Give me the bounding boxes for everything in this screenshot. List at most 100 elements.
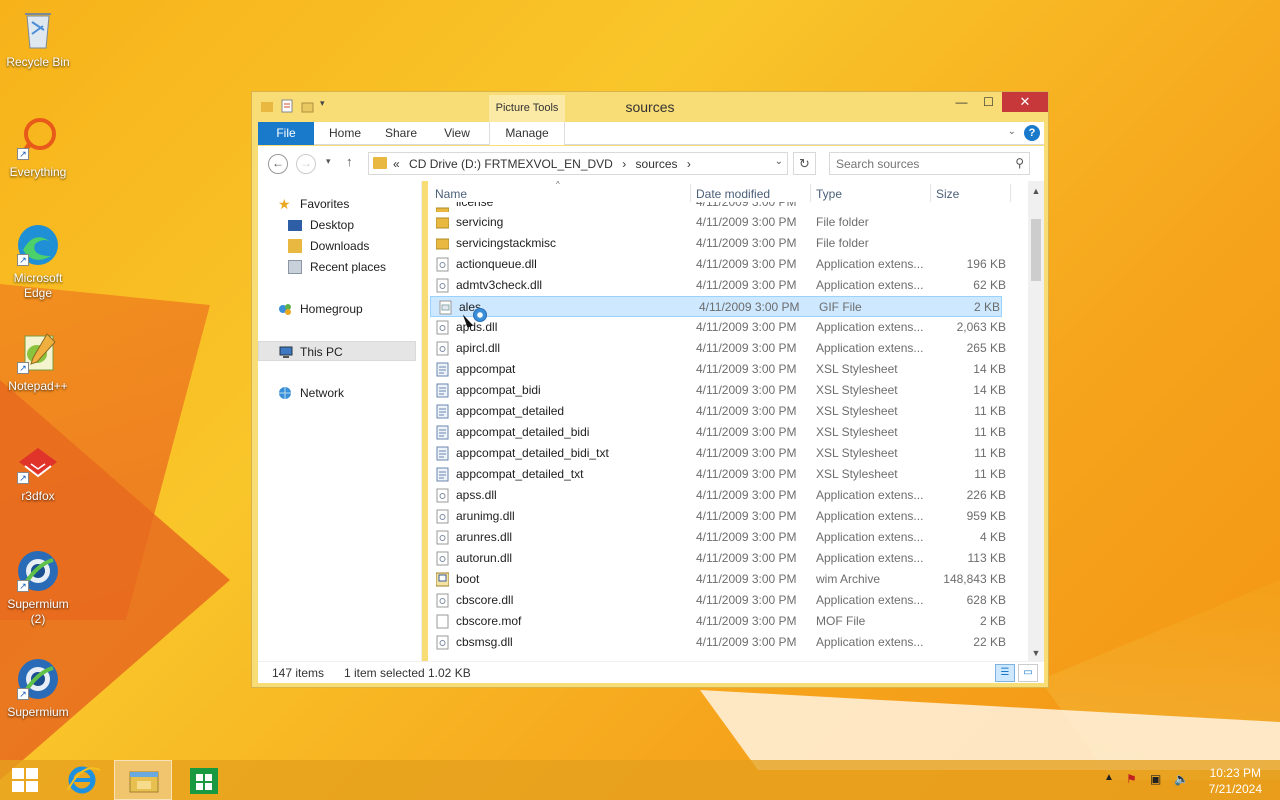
action-center-flag-icon[interactable]: ⚑ xyxy=(1126,772,1137,786)
expand-ribbon-icon[interactable]: ⌄ xyxy=(1008,126,1016,137)
taskbar-internet-explorer[interactable] xyxy=(60,760,106,800)
column-separator[interactable] xyxy=(690,184,691,202)
file-type: Application extens... xyxy=(816,320,924,334)
table-row[interactable]: license4/11/2009 3:00 PMFile folder xyxy=(428,202,1028,212)
table-row[interactable]: apircl.dll 4/11/2009 3:00 PM Application e… xyxy=(428,338,1028,359)
recent-locations-icon[interactable]: ▾ xyxy=(326,156,331,167)
breadcrumb-sources[interactable]: sources xyxy=(636,157,678,171)
address-bar[interactable]: « CD Drive (D:) FRTMEXVOL_EN_DVD › sourc… xyxy=(368,152,788,175)
table-row[interactable]: appcompat 4/11/2009 3:00 PM XSL Stylesheet… xyxy=(428,359,1028,380)
column-type[interactable]: Type xyxy=(816,187,842,201)
nav-item-network[interactable]: Network xyxy=(258,383,416,403)
search-input[interactable] xyxy=(830,153,1000,174)
table-row[interactable]: servicingstackmisc 4/11/2009 3:00 PM File … xyxy=(428,233,1028,254)
file-name: boot xyxy=(456,572,480,586)
forward-button[interactable]: → xyxy=(296,154,316,174)
table-row[interactable]: appcompat_detailed_bidi_txt 4/11/2009 3:0… xyxy=(428,443,1028,464)
tab-share[interactable]: Share xyxy=(376,122,426,145)
nav-item-this-pc[interactable]: This PC xyxy=(258,341,416,361)
table-row[interactable]: autorun.dll 4/11/2009 3:00 PM Application … xyxy=(428,548,1028,569)
file-date-modified: 4/11/2009 3:00 PM xyxy=(696,362,797,376)
tab-view[interactable]: View xyxy=(432,122,482,145)
show-hidden-icons-icon[interactable]: ▲ xyxy=(1104,772,1114,783)
table-row[interactable]: appcompat_detailed 4/11/2009 3:00 PM XSL S… xyxy=(428,401,1028,422)
vertical-scrollbar[interactable]: ▲ ▼ xyxy=(1028,181,1044,661)
tab-file[interactable]: File xyxy=(258,122,314,145)
volume-icon[interactable]: 🔈 xyxy=(1174,772,1189,786)
table-row[interactable]: cbscore.mof 4/11/2009 3:00 PM MOF File 2 KB xyxy=(428,611,1028,632)
table-row[interactable]: cbscore.dll 4/11/2009 3:00 PM Application … xyxy=(428,590,1028,611)
file-name: arunres.dll xyxy=(456,530,513,544)
file-type: XSL Stylesheet xyxy=(816,404,898,418)
nav-item-recent-places[interactable]: Recent places xyxy=(258,257,416,277)
refresh-button[interactable]: ↻ xyxy=(793,152,816,175)
column-separator[interactable] xyxy=(1010,184,1011,202)
title-bar[interactable]: ▾ Picture Tools sources — ☐ ✕ xyxy=(252,92,1048,122)
explorer-window[interactable]: ▾ Picture Tools sources — ☐ ✕ File Home … xyxy=(251,91,1049,688)
table-row[interactable]: apss.dll 4/11/2009 3:00 PM Application ext… xyxy=(428,485,1028,506)
desktop-icon-recycle-bin[interactable]: Recycle Bin xyxy=(2,6,74,70)
table-row[interactable]: ales 4/11/2009 3:00 PM GIF File 2 KB xyxy=(430,296,1002,317)
breadcrumb-separator[interactable]: › xyxy=(687,157,691,171)
file-gif-icon xyxy=(439,300,452,315)
nav-item-desktop[interactable]: Desktop xyxy=(258,215,416,235)
start-button[interactable] xyxy=(0,760,50,800)
nav-item-favorites[interactable]: ★ Favorites xyxy=(258,194,416,214)
file-date-modified: 4/11/2009 3:00 PM xyxy=(696,509,797,523)
details-view-button[interactable]: ☰ xyxy=(995,664,1015,682)
table-row[interactable]: apds.dll 4/11/2009 3:00 PM Application ext… xyxy=(428,317,1028,338)
table-row[interactable]: cbsmsg.dll 4/11/2009 3:00 PM Application e… xyxy=(428,632,1028,653)
column-date-modified[interactable]: Date modified xyxy=(696,187,770,201)
nav-item-downloads[interactable]: Downloads xyxy=(258,236,416,256)
minimize-button[interactable]: — xyxy=(948,92,975,112)
tab-manage[interactable]: Manage xyxy=(489,122,565,145)
table-row[interactable]: appcompat_bidi 4/11/2009 3:00 PM XSL Style… xyxy=(428,380,1028,401)
breadcrumb-overflow[interactable]: « xyxy=(393,157,400,171)
scroll-up-icon[interactable]: ▲ xyxy=(1028,183,1044,199)
scrollbar-thumb[interactable] xyxy=(1031,219,1041,281)
file-name: servicing xyxy=(456,215,504,229)
close-button[interactable]: ✕ xyxy=(1002,92,1048,112)
table-row[interactable]: appcompat_detailed_bidi 4/11/2009 3:00 PM… xyxy=(428,422,1028,443)
file-xsl-icon xyxy=(436,446,449,461)
scroll-down-icon[interactable]: ▼ xyxy=(1028,645,1044,661)
desktop-icon-everything[interactable]: ↗ Everything xyxy=(2,116,74,180)
table-row[interactable]: arunimg.dll 4/11/2009 3:00 PM Application … xyxy=(428,506,1028,527)
help-icon[interactable]: ? xyxy=(1024,125,1040,141)
table-row[interactable]: boot 4/11/2009 3:00 PM wim Archive 148,843 … xyxy=(428,569,1028,590)
breadcrumb-drive[interactable]: CD Drive (D:) FRTMEXVOL_EN_DVD xyxy=(409,157,613,171)
desktop-icon-notepad-plus-plus[interactable]: ↗ Notepad++ xyxy=(2,330,74,394)
desktop-icon-supermium[interactable]: ↗ Supermium xyxy=(2,656,74,720)
breadcrumb-separator[interactable]: › xyxy=(622,157,626,171)
column-name[interactable]: Name xyxy=(435,187,467,201)
table-row[interactable]: admtv3check.dll 4/11/2009 3:00 PM Applicat… xyxy=(428,275,1028,296)
table-row[interactable]: actionqueue.dll 4/11/2009 3:00 PM Applicat… xyxy=(428,254,1028,275)
column-size[interactable]: Size xyxy=(936,187,959,201)
search-box[interactable]: ⚲ xyxy=(829,152,1030,175)
desktop-icon-label: Notepad++ xyxy=(8,379,68,393)
nav-label: This PC xyxy=(300,345,343,359)
table-row[interactable]: appcompat_detailed_txt 4/11/2009 3:00 PM X… xyxy=(428,464,1028,485)
file-date-modified: 4/11/2009 3:00 PM xyxy=(696,257,797,271)
up-button[interactable]: ↑ xyxy=(346,154,353,169)
nav-item-homegroup[interactable]: Homegroup xyxy=(258,299,416,319)
table-row[interactable]: arunres.dll 4/11/2009 3:00 PM Application … xyxy=(428,527,1028,548)
large-icons-view-button[interactable]: ▭ xyxy=(1018,664,1038,682)
network-status-icon[interactable]: ▣ xyxy=(1150,772,1161,786)
back-button[interactable]: ← xyxy=(268,154,288,174)
desktop-icon-r3dfox[interactable]: ↗ r3dfox xyxy=(2,440,74,504)
desktop-icon-supermium-2[interactable]: ↗ Supermium (2) xyxy=(2,548,74,627)
taskbar-store[interactable] xyxy=(182,760,228,800)
clock[interactable]: 10:23 PM 7/21/2024 xyxy=(1209,765,1262,797)
maximize-button[interactable]: ☐ xyxy=(975,92,1002,112)
address-dropdown-icon[interactable]: ⌄ xyxy=(775,156,783,167)
nav-label: Recent places xyxy=(310,260,387,274)
column-separator[interactable] xyxy=(810,184,811,202)
column-separator[interactable] xyxy=(930,184,931,202)
nav-label: Network xyxy=(300,386,345,400)
selection-count: 1 item selected xyxy=(344,666,425,680)
table-row[interactable]: servicing 4/11/2009 3:00 PM File folder xyxy=(428,212,1028,233)
taskbar-file-explorer[interactable] xyxy=(114,760,172,800)
tab-home[interactable]: Home xyxy=(320,122,370,145)
desktop-icon-edge[interactable]: ↗ Microsoft Edge xyxy=(2,222,74,301)
